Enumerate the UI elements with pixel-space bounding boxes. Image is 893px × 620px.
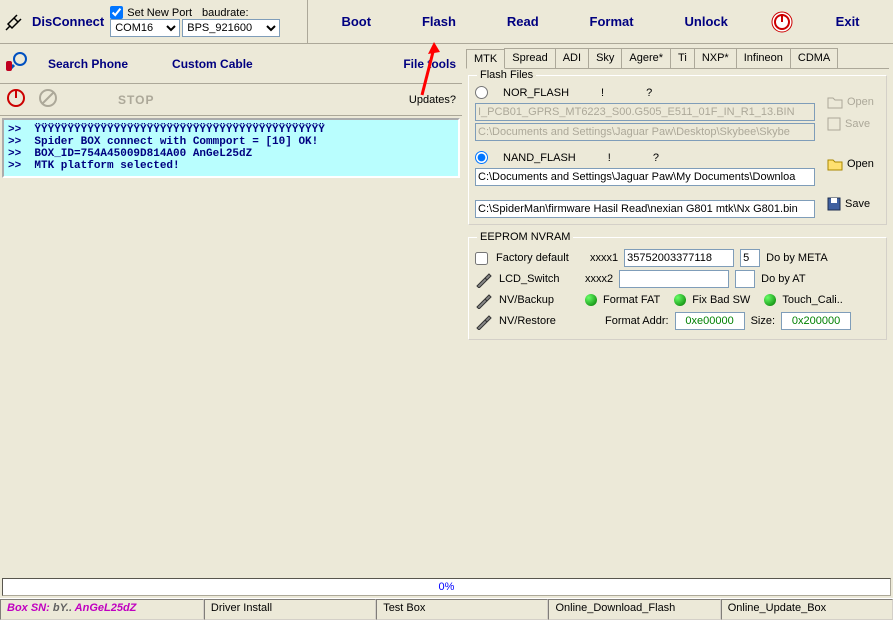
xxxx1b-input[interactable] <box>740 249 760 267</box>
q-mark4: ? <box>653 152 659 164</box>
size-label: Size: <box>751 315 775 327</box>
search-phone-button[interactable]: Search Phone <box>48 57 128 71</box>
nor-path-1 <box>475 103 815 121</box>
q-mark: ! <box>601 87 604 99</box>
led-icon <box>764 294 776 306</box>
power-icon <box>771 11 793 33</box>
log-output: >> ŸŸŸŸŸŸŸŸŸŸŸŸŸŸŸŸŸŸŸŸŸŸŸŸŸŸŸŸŸŸŸŸŸŸŸŸŸ… <box>2 118 460 178</box>
led-icon <box>585 294 597 306</box>
file-tools-button[interactable]: File tools <box>403 57 456 71</box>
nv-backup-button[interactable]: NV/Backup <box>499 294 579 306</box>
search-icon <box>6 51 32 76</box>
lcd-switch-button[interactable]: LCD_Switch <box>499 273 579 285</box>
xxxx2-label: xxxx2 <box>585 273 613 285</box>
nand-save-button[interactable]: Save <box>827 197 874 211</box>
nand-flash-label: NAND_FLASH <box>503 152 576 164</box>
test-box-button[interactable]: Test Box <box>376 599 548 620</box>
disk-icon <box>827 197 841 211</box>
online-update-button[interactable]: Online_Update_Box <box>721 599 893 620</box>
hammer-icon <box>475 312 493 330</box>
q-mark3: ! <box>608 152 611 164</box>
disk-icon <box>827 117 841 131</box>
tab-sky[interactable]: Sky <box>588 48 622 68</box>
factory-default-checkbox[interactable] <box>475 252 488 265</box>
nand-open-button[interactable]: Open <box>827 157 874 171</box>
tab-mtk[interactable]: MTK <box>466 49 505 69</box>
nav-boot[interactable]: Boot <box>333 10 379 33</box>
nav-format[interactable]: Format <box>582 10 642 33</box>
tab-infineon[interactable]: Infineon <box>736 48 791 68</box>
nand-path-1[interactable] <box>475 168 815 186</box>
format-fat-button[interactable]: Format FAT <box>603 294 660 306</box>
baudrate-label: baudrate: <box>202 7 248 19</box>
nor-path-2 <box>475 123 815 141</box>
folder-icon <box>827 95 843 109</box>
disconnect-label: DisConnect <box>32 14 104 29</box>
disconnect-button[interactable]: DisConnect <box>4 12 104 32</box>
hammer-icon <box>475 291 493 309</box>
led-icon <box>674 294 686 306</box>
do-at-button[interactable]: Do by AT <box>761 273 805 285</box>
hammer-icon <box>475 270 493 288</box>
custom-cable-button[interactable]: Custom Cable <box>172 57 253 71</box>
nav-flash[interactable]: Flash <box>414 10 464 33</box>
tab-cdma[interactable]: CDMA <box>790 48 838 68</box>
fix-bad-button[interactable]: Fix Bad SW <box>692 294 750 306</box>
nor-save-button: Save <box>827 117 874 131</box>
stop-button: STOP <box>118 93 154 107</box>
set-new-port-label: Set New Port <box>127 7 192 19</box>
nand-path-2[interactable] <box>475 200 815 218</box>
xxxx2b-input[interactable] <box>735 270 755 288</box>
baudrate-select[interactable]: BPS_921600 <box>182 19 280 37</box>
set-new-port-checkbox[interactable] <box>110 6 123 19</box>
tab-nxp[interactable]: NXP* <box>694 48 737 68</box>
nav-read[interactable]: Read <box>499 10 547 33</box>
updates-button[interactable]: Updates? <box>409 94 456 106</box>
nor-flash-label: NOR_FLASH <box>503 87 569 99</box>
xxxx1-label: xxxx1 <box>590 252 618 264</box>
nor-open-button: Open <box>827 95 874 109</box>
xxxx2-input[interactable] <box>619 270 729 288</box>
nav-unlock[interactable]: Unlock <box>677 10 736 33</box>
tab-spread[interactable]: Spread <box>504 48 555 68</box>
plug-icon <box>4 12 28 32</box>
progress-bar: 0% <box>2 578 891 596</box>
flash-files-group: NOR_FLASH ! ? Open Save <box>468 75 887 225</box>
forbidden-icon <box>26 88 58 111</box>
tab-adi[interactable]: ADI <box>555 48 589 68</box>
nand-flash-radio[interactable] <box>475 151 488 164</box>
driver-install-button[interactable]: Driver Install <box>204 599 376 620</box>
box-sn: Box SN: bY.. AnGeL25dZ <box>0 599 204 620</box>
power-button-2[interactable] <box>6 88 26 111</box>
tab-agere[interactable]: Agere* <box>621 48 671 68</box>
folder-icon <box>827 157 843 171</box>
nv-restore-button[interactable]: NV/Restore <box>499 315 579 327</box>
nor-flash-radio[interactable] <box>475 86 488 99</box>
online-download-button[interactable]: Online_Download_Flash <box>548 599 720 620</box>
port-select[interactable]: COM16 <box>110 19 180 37</box>
tab-ti[interactable]: Ti <box>670 48 695 68</box>
format-addr-input[interactable] <box>675 312 745 330</box>
touch-cali-button[interactable]: Touch_Cali.. <box>782 294 843 306</box>
nav-exit[interactable]: Exit <box>828 10 868 33</box>
format-addr-label: Format Addr: <box>605 315 669 327</box>
size-input[interactable] <box>781 312 851 330</box>
eeprom-group: Factory default xxxx1 Do by META LCD_Swi… <box>468 237 887 340</box>
do-meta-button[interactable]: Do by META <box>766 252 828 264</box>
factory-default-label: Factory default <box>496 252 584 264</box>
xxxx1-input[interactable] <box>624 249 734 267</box>
q-mark2: ? <box>646 87 652 99</box>
